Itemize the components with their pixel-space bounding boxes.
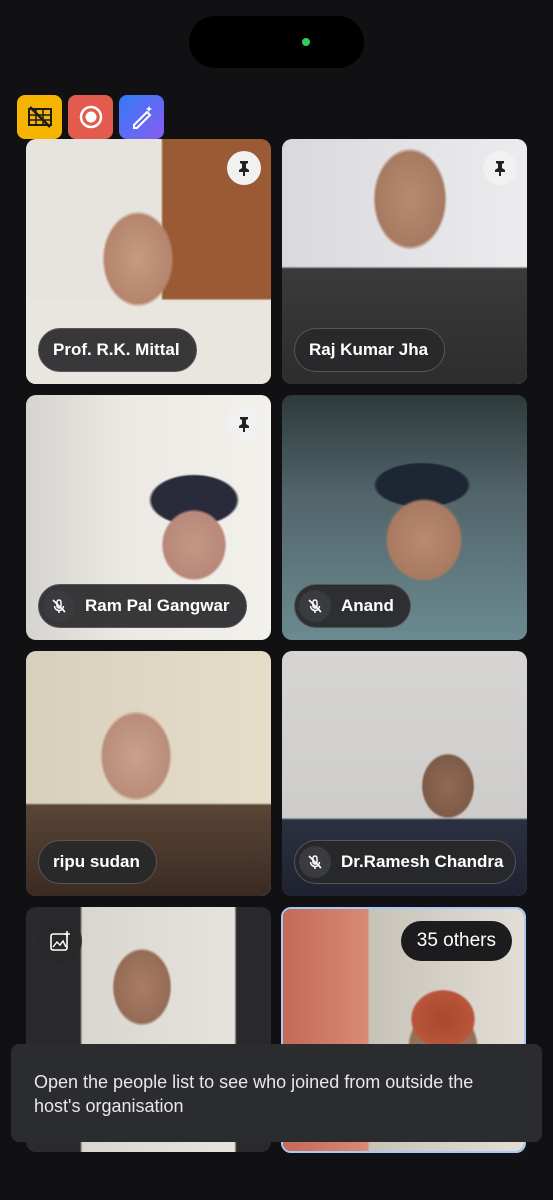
magic-pen-icon [132,106,152,129]
participant-name: ripu sudan [38,840,157,884]
mic-off-icon [299,846,331,878]
participant-name-pill: Anand [294,584,411,628]
participant-tile[interactable]: Ram Pal Gangwar [26,395,271,640]
mic-off-icon [299,590,331,622]
visual-effects-off-button[interactable] [17,95,62,139]
participant-name: Ram Pal Gangwar [85,596,230,615]
camera-in-use-indicator [302,38,310,46]
participant-name: Dr.Ramesh Chandra [341,852,504,871]
info-toast: Open the people list to see who joined f… [11,1044,542,1142]
others-count-badge[interactable]: 35 others [400,921,512,961]
participant-tile[interactable]: Raj Kumar Jha [282,139,527,384]
recording-button[interactable] [68,95,113,139]
pin-icon[interactable] [483,151,517,185]
dynamic-island [189,16,364,68]
participant-name: Anand [341,596,394,615]
pin-icon[interactable] [227,407,261,441]
participant-name-pill: Ram Pal Gangwar [38,584,247,628]
effects-button[interactable] [119,95,164,139]
participant-name: Prof. R.K. Mittal [38,328,197,372]
participant-tile[interactable]: Anand [282,395,527,640]
add-photo-icon[interactable] [38,919,82,963]
mic-off-icon [43,590,75,622]
participant-tile[interactable]: Prof. R.K. Mittal [26,139,271,384]
participant-tile[interactable]: Dr.Ramesh Chandra [282,651,527,896]
participant-name-pill: Dr.Ramesh Chandra [294,840,516,884]
participant-name: Raj Kumar Jha [294,328,446,372]
pin-icon[interactable] [227,151,261,185]
record-icon [79,105,102,129]
no-video-grid-icon [27,106,52,128]
top-toolbar [17,95,164,139]
participant-tile[interactable]: ripu sudan [26,651,271,896]
